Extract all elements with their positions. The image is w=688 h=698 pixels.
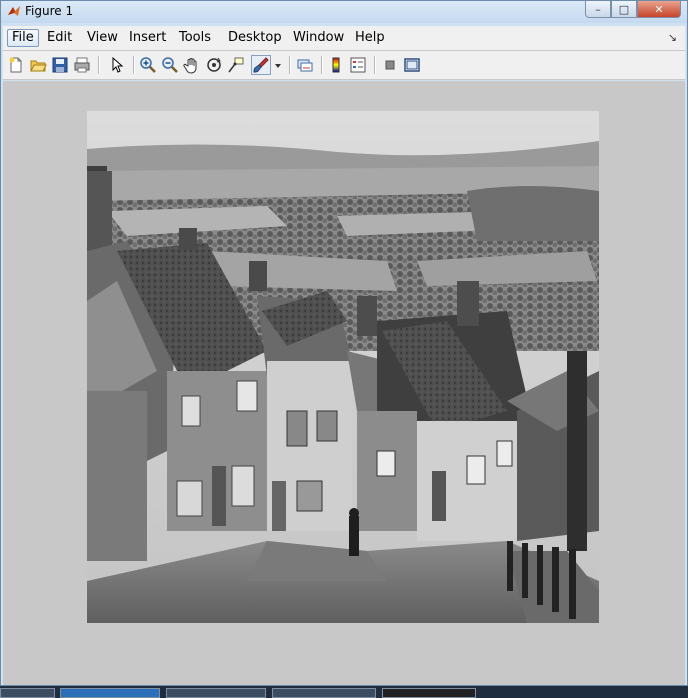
save-figure-icon[interactable]: [50, 55, 70, 75]
minimize-button[interactable]: –: [585, 1, 611, 18]
menu-window[interactable]: Window: [289, 29, 348, 47]
pan-hand-icon[interactable]: [182, 55, 202, 75]
grayscale-photo-image: [87, 111, 599, 623]
menu-help[interactable]: Help: [351, 29, 389, 47]
menu-file[interactable]: File: [7, 29, 39, 47]
hide-plot-tools-icon[interactable]: [380, 55, 400, 75]
taskbar-item[interactable]: [382, 688, 476, 698]
close-button[interactable]: ✕: [637, 1, 681, 18]
menu-tools[interactable]: Tools: [175, 29, 215, 47]
taskbar-item[interactable]: [272, 688, 376, 698]
menu-view[interactable]: View: [83, 29, 122, 47]
brush-dropdown-icon[interactable]: [273, 55, 283, 75]
zoom-out-icon[interactable]: [160, 55, 180, 75]
print-figure-icon[interactable]: [72, 55, 92, 75]
brush-icon[interactable]: [251, 55, 271, 75]
insert-legend-icon[interactable]: [348, 55, 368, 75]
menu-insert[interactable]: Insert: [125, 29, 170, 47]
taskbar-item[interactable]: [166, 688, 266, 698]
open-file-icon[interactable]: [28, 55, 48, 75]
menu-desktop[interactable]: Desktop: [224, 29, 286, 47]
maximize-button[interactable]: □: [611, 1, 637, 18]
window-title: Figure 1: [25, 4, 74, 18]
figure-toolbar: [3, 51, 685, 80]
edit-plot-arrow-icon[interactable]: [107, 55, 127, 75]
dock-figure-icon[interactable]: ↘: [668, 31, 677, 44]
link-plot-icon[interactable]: [295, 55, 315, 75]
data-cursor-icon[interactable]: [226, 55, 246, 75]
title-bar[interactable]: Figure 1 – □ ✕: [1, 1, 687, 23]
zoom-in-icon[interactable]: [138, 55, 158, 75]
os-taskbar: [0, 686, 688, 698]
rotate-3d-icon[interactable]: [204, 55, 224, 75]
figure-canvas[interactable]: [3, 81, 685, 685]
window-controls: – □ ✕: [585, 1, 681, 18]
show-plot-tools-icon[interactable]: [402, 55, 422, 75]
new-figure-icon[interactable]: [6, 55, 26, 75]
menu-edit[interactable]: Edit: [43, 29, 76, 47]
matlab-logo-icon: [8, 6, 20, 16]
figure-window: Figure 1 – □ ✕ File Edit View Insert Too…: [0, 0, 688, 686]
taskbar-item[interactable]: [60, 688, 160, 698]
insert-colorbar-icon[interactable]: [326, 55, 346, 75]
taskbar-item[interactable]: [0, 688, 55, 698]
menu-bar: File Edit View Insert Tools Desktop Wind…: [3, 26, 685, 51]
